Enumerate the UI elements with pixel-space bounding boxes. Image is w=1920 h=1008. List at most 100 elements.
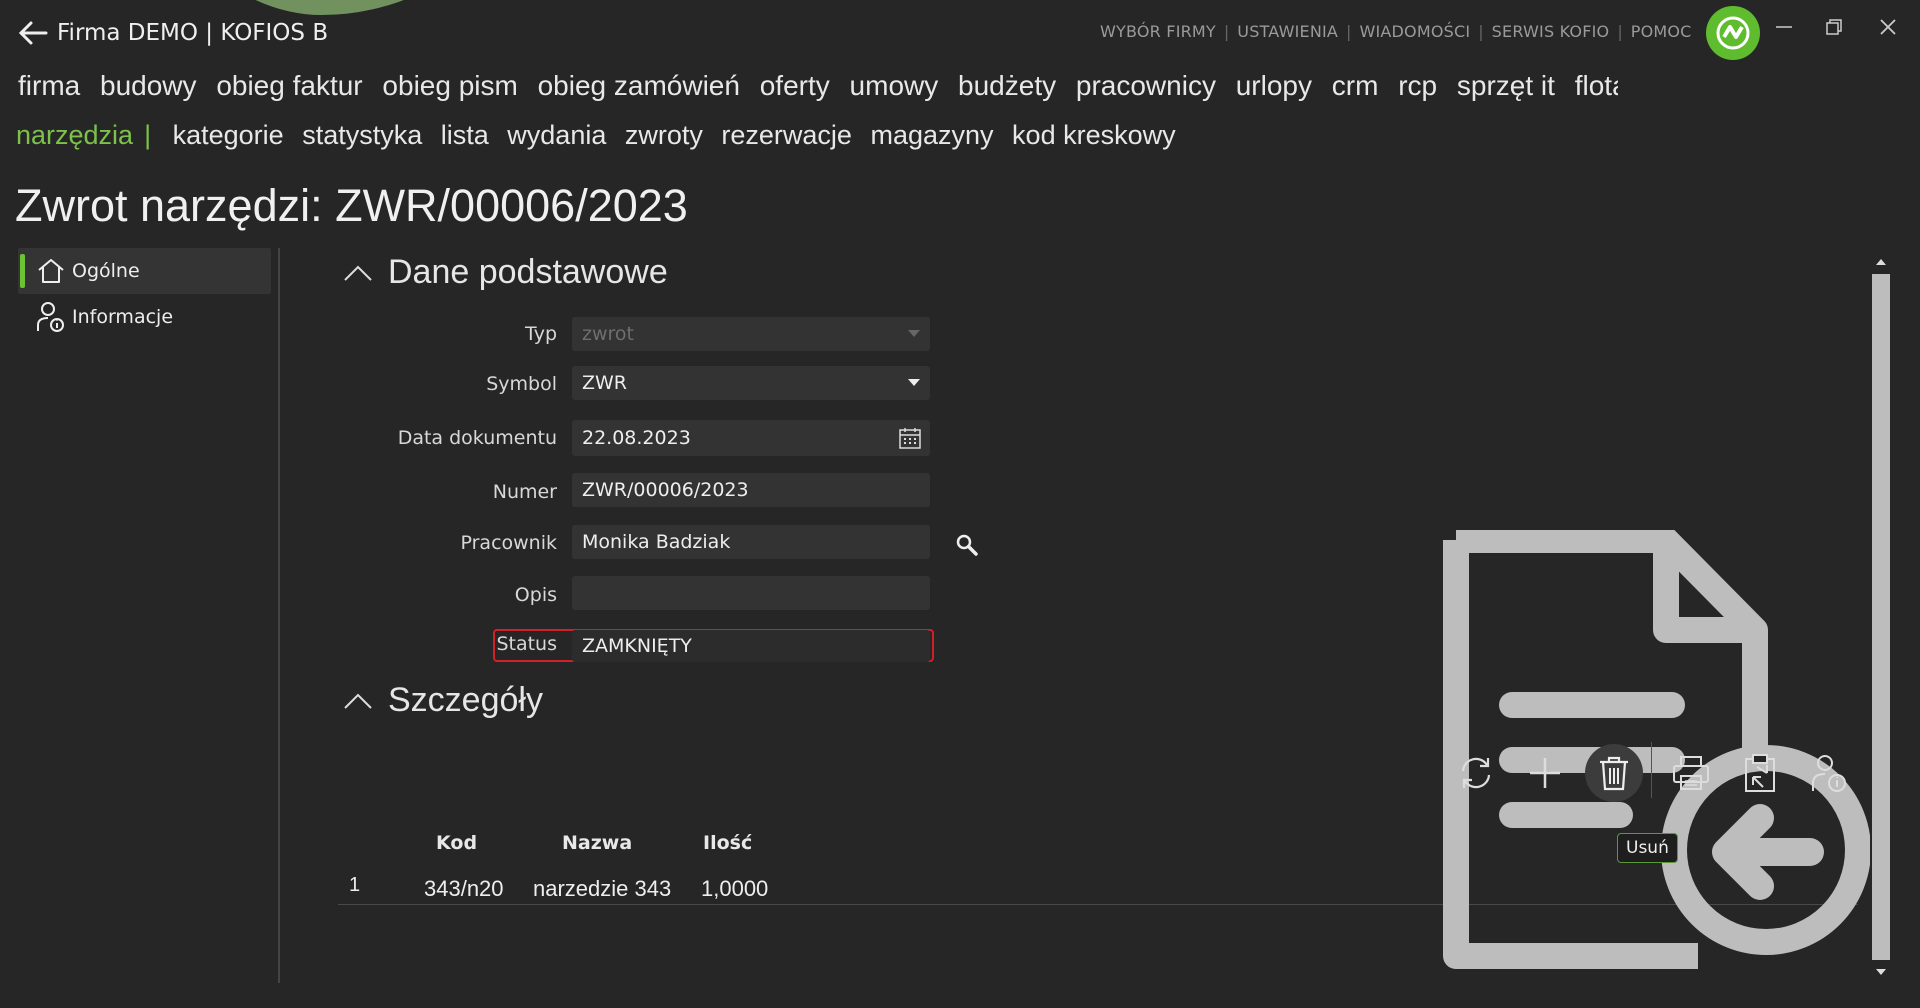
sub-navigation: narzędzia | kategorie statystyka lista wy…	[16, 120, 1187, 151]
nav-item-budowy[interactable]: budowy	[100, 70, 197, 101]
section-details[interactable]: Szczegóły	[342, 681, 543, 720]
top-link-company[interactable]: WYBÓR FIRMY	[1100, 22, 1216, 41]
nav-item-firma[interactable]: firma	[18, 70, 80, 101]
column-header-quantity[interactable]: Ilość	[703, 832, 752, 854]
subnav-item-narzedzia[interactable]: narzędzia	[16, 120, 133, 150]
date-field[interactable]: 22.08.2023	[572, 420, 930, 456]
main-navigation: firma budowy obieg faktur obieg pism obi…	[18, 70, 1618, 102]
top-link-separator: |	[1617, 22, 1623, 41]
nav-item-flota[interactable]: flota	[1575, 70, 1618, 101]
top-link-help[interactable]: POMOC	[1631, 22, 1692, 41]
top-links: WYBÓR FIRMY | USTAWIENIA | WIADOMOŚCI | SER…	[1100, 22, 1692, 41]
home-icon	[36, 257, 72, 285]
symbol-value: ZWR	[582, 372, 628, 394]
vertical-scrollbar[interactable]	[1868, 250, 1894, 983]
close-icon[interactable]	[1868, 12, 1908, 42]
search-icon[interactable]	[955, 533, 979, 561]
column-header-name[interactable]: Nazwa	[562, 832, 632, 854]
description-field[interactable]	[572, 576, 930, 610]
calendar-icon[interactable]	[898, 426, 922, 455]
side-nav-label: Informacje	[72, 306, 174, 328]
print-icon[interactable]	[1662, 744, 1720, 802]
nav-item-obieg-faktur[interactable]: obieg faktur	[216, 70, 362, 101]
side-navigation: Ogólne Informacje	[18, 248, 271, 340]
nav-item-budzety[interactable]: budżety	[958, 70, 1056, 101]
scroll-up-arrow-icon[interactable]	[1868, 252, 1894, 272]
top-link-messages[interactable]: WIADOMOŚCI	[1359, 22, 1470, 41]
side-nav-item-info[interactable]: Informacje	[18, 294, 271, 340]
date-label: Data dokumentu	[397, 427, 557, 449]
type-label: Typ	[525, 323, 557, 345]
symbol-select[interactable]: ZWR	[572, 366, 930, 400]
symbol-label: Symbol	[486, 373, 557, 395]
subnav-item-kategorie[interactable]: kategorie	[173, 120, 284, 150]
nav-item-sprzet-it[interactable]: sprzęt it	[1457, 70, 1555, 101]
nav-item-obieg-zamowien[interactable]: obieg zamówień	[538, 70, 740, 101]
chevron-up-icon	[344, 265, 372, 281]
subnav-item-magazyny[interactable]: magazyny	[870, 120, 993, 150]
top-link-service[interactable]: SERWIS KOFIO	[1492, 22, 1610, 41]
dropdown-arrow-icon	[908, 330, 920, 337]
subnav-separator: |	[144, 120, 152, 150]
scroll-down-arrow-icon[interactable]	[1868, 962, 1894, 982]
section-title: Dane podstawowe	[388, 253, 668, 291]
top-link-separator: |	[1478, 22, 1484, 41]
number-field[interactable]: ZWR/00006/2023	[572, 473, 930, 507]
cell-name[interactable]: narzedzie 343	[533, 876, 671, 902]
document-return-watermark-icon	[1440, 527, 1871, 970]
header-decoration	[150, 0, 580, 15]
status-label: Status	[496, 633, 557, 655]
employee-field[interactable]: Monika Badziak	[572, 525, 930, 559]
subnav-item-lista[interactable]: lista	[441, 120, 489, 150]
add-icon[interactable]	[1516, 744, 1574, 802]
top-link-separator: |	[1346, 22, 1352, 41]
nav-item-obieg-pism[interactable]: obieg pism	[382, 70, 517, 101]
page-title: Zwrot narzędzi: ZWR/00006/2023	[15, 180, 688, 231]
restore-icon[interactable]	[1814, 12, 1854, 42]
back-arrow-icon[interactable]	[16, 18, 50, 48]
subnav-item-statystyka[interactable]: statystyka	[302, 120, 422, 150]
scrollbar-thumb[interactable]	[1872, 274, 1890, 960]
subnav-item-zwroty[interactable]: zwroty	[625, 120, 703, 150]
app-title: Firma DEMO | KOFIOS B	[57, 20, 329, 46]
type-value: zwrot	[582, 323, 634, 345]
side-nav-label: Ogólne	[72, 260, 140, 282]
nav-item-rcp[interactable]: rcp	[1398, 70, 1437, 101]
nav-item-pracownicy[interactable]: pracownicy	[1076, 70, 1216, 101]
toolbar-separator	[1651, 742, 1652, 798]
side-nav-item-general[interactable]: Ogólne	[18, 248, 271, 294]
minimize-icon[interactable]	[1764, 12, 1804, 42]
top-link-separator: |	[1223, 22, 1230, 41]
number-value: ZWR/00006/2023	[582, 479, 749, 501]
status-value: ZAMKNIĘTY	[582, 635, 692, 657]
row-index: 1	[349, 874, 361, 896]
clipboard-export-icon[interactable]	[1731, 744, 1789, 802]
column-header-code[interactable]: Kod	[436, 832, 477, 854]
description-label: Opis	[514, 584, 557, 606]
nav-item-oferty[interactable]: oferty	[760, 70, 830, 101]
delete-tooltip: Usuń	[1617, 833, 1678, 863]
panel-divider	[278, 248, 280, 983]
cell-quantity[interactable]: 1,0000	[701, 876, 768, 902]
subnav-item-kod-kreskowy[interactable]: kod kreskowy	[1012, 120, 1176, 150]
employee-value: Monika Badziak	[582, 531, 731, 553]
status-field: ZAMKNIĘTY	[572, 630, 930, 662]
chevron-up-icon	[344, 693, 372, 709]
nav-item-urlopy[interactable]: urlopy	[1236, 70, 1312, 101]
nav-item-crm[interactable]: crm	[1332, 70, 1379, 101]
user-info-icon[interactable]	[1800, 744, 1858, 802]
subnav-item-rezerwacje[interactable]: rezerwacje	[721, 120, 852, 150]
delete-icon[interactable]	[1585, 744, 1643, 802]
subnav-item-wydania[interactable]: wydania	[507, 120, 606, 150]
nav-item-umowy[interactable]: umowy	[850, 70, 939, 101]
section-basic-data[interactable]: Dane podstawowe	[342, 253, 668, 292]
kofio-logo-icon[interactable]	[1706, 6, 1760, 60]
cell-code[interactable]: 343/n20	[424, 876, 504, 902]
section-title: Szczegóły	[388, 681, 543, 719]
refresh-icon[interactable]	[1447, 744, 1505, 802]
user-info-icon	[36, 301, 72, 333]
number-label: Numer	[492, 481, 557, 503]
type-select: zwrot	[572, 317, 930, 351]
top-link-settings[interactable]: USTAWIENIA	[1237, 22, 1338, 41]
dropdown-arrow-icon	[908, 379, 920, 386]
